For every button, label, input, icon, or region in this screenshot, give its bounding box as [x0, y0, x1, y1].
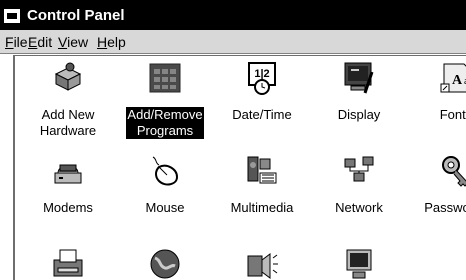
add-hardware-icon [50, 60, 86, 96]
control-panel-item[interactable]: Display [309, 60, 409, 124]
control-panel-item[interactable] [212, 246, 312, 280]
passwords-icon [438, 153, 466, 189]
control-panel-item-label: Fonts [439, 107, 466, 122]
control-panel-item-label: Passwords [424, 200, 466, 215]
menu-help[interactable]: Help [97, 34, 126, 50]
display-icon [341, 60, 377, 96]
menu-bar: File Edit View Help [0, 30, 466, 54]
menu-file[interactable]: File [5, 34, 28, 50]
control-panel-item[interactable] [18, 246, 118, 280]
control-panel-item-label: Mouse [145, 200, 185, 215]
date-time-icon: 1|2 [244, 60, 280, 96]
mouse-icon [147, 153, 183, 189]
title-bar[interactable]: Control Panel [0, 0, 466, 30]
control-panel-item[interactable]: Network [309, 153, 409, 217]
globe-icon [147, 246, 183, 280]
control-panel-item-label: Network [335, 200, 383, 215]
control-panel-item[interactable]: Mouse [115, 153, 215, 217]
multimedia-icon [244, 153, 280, 189]
modem-icon [50, 153, 86, 189]
svg-text:1|2: 1|2 [254, 68, 269, 80]
control-panel-item[interactable]: Multimedia [212, 153, 312, 217]
control-panel-item-label: Date/Time [232, 107, 292, 122]
control-panel-item-label: Multimedia [230, 200, 294, 215]
computer-icon [341, 246, 377, 280]
control-panel-item[interactable] [115, 246, 215, 280]
control-panel-item[interactable] [309, 246, 409, 280]
svg-text:A: A [452, 73, 463, 88]
control-panel-item[interactable]: 1|2 Date/Time [212, 60, 312, 124]
control-panel-item[interactable]: Aa Fonts [406, 60, 466, 124]
control-panel-item-label: Add/Remove Programs [125, 106, 205, 140]
sounds-icon [244, 246, 280, 280]
window-title: Control Panel [27, 7, 125, 24]
control-panel-item[interactable]: Add/Remove Programs [115, 60, 215, 140]
fonts-icon: Aa [438, 60, 466, 96]
control-panel-item[interactable]: Modems [18, 153, 118, 217]
network-icon [341, 153, 377, 189]
control-panel-item-label: Display [337, 107, 381, 122]
menu-view[interactable]: View [58, 34, 88, 50]
icon-view[interactable]: Add New Hardware Add/Remove Programs 1|2 Date… [13, 55, 466, 280]
add-remove-programs-icon [147, 60, 183, 96]
control-panel-item[interactable]: Add New Hardware [18, 60, 118, 140]
control-panel-item[interactable]: Passwords [406, 153, 466, 217]
menu-edit[interactable]: Edit [28, 34, 52, 50]
control-panel-item-label: Add New Hardware [39, 107, 97, 138]
control-panel-icon[interactable] [4, 9, 20, 23]
printer-icon [50, 246, 86, 280]
control-panel-item-label: Modems [43, 200, 93, 215]
